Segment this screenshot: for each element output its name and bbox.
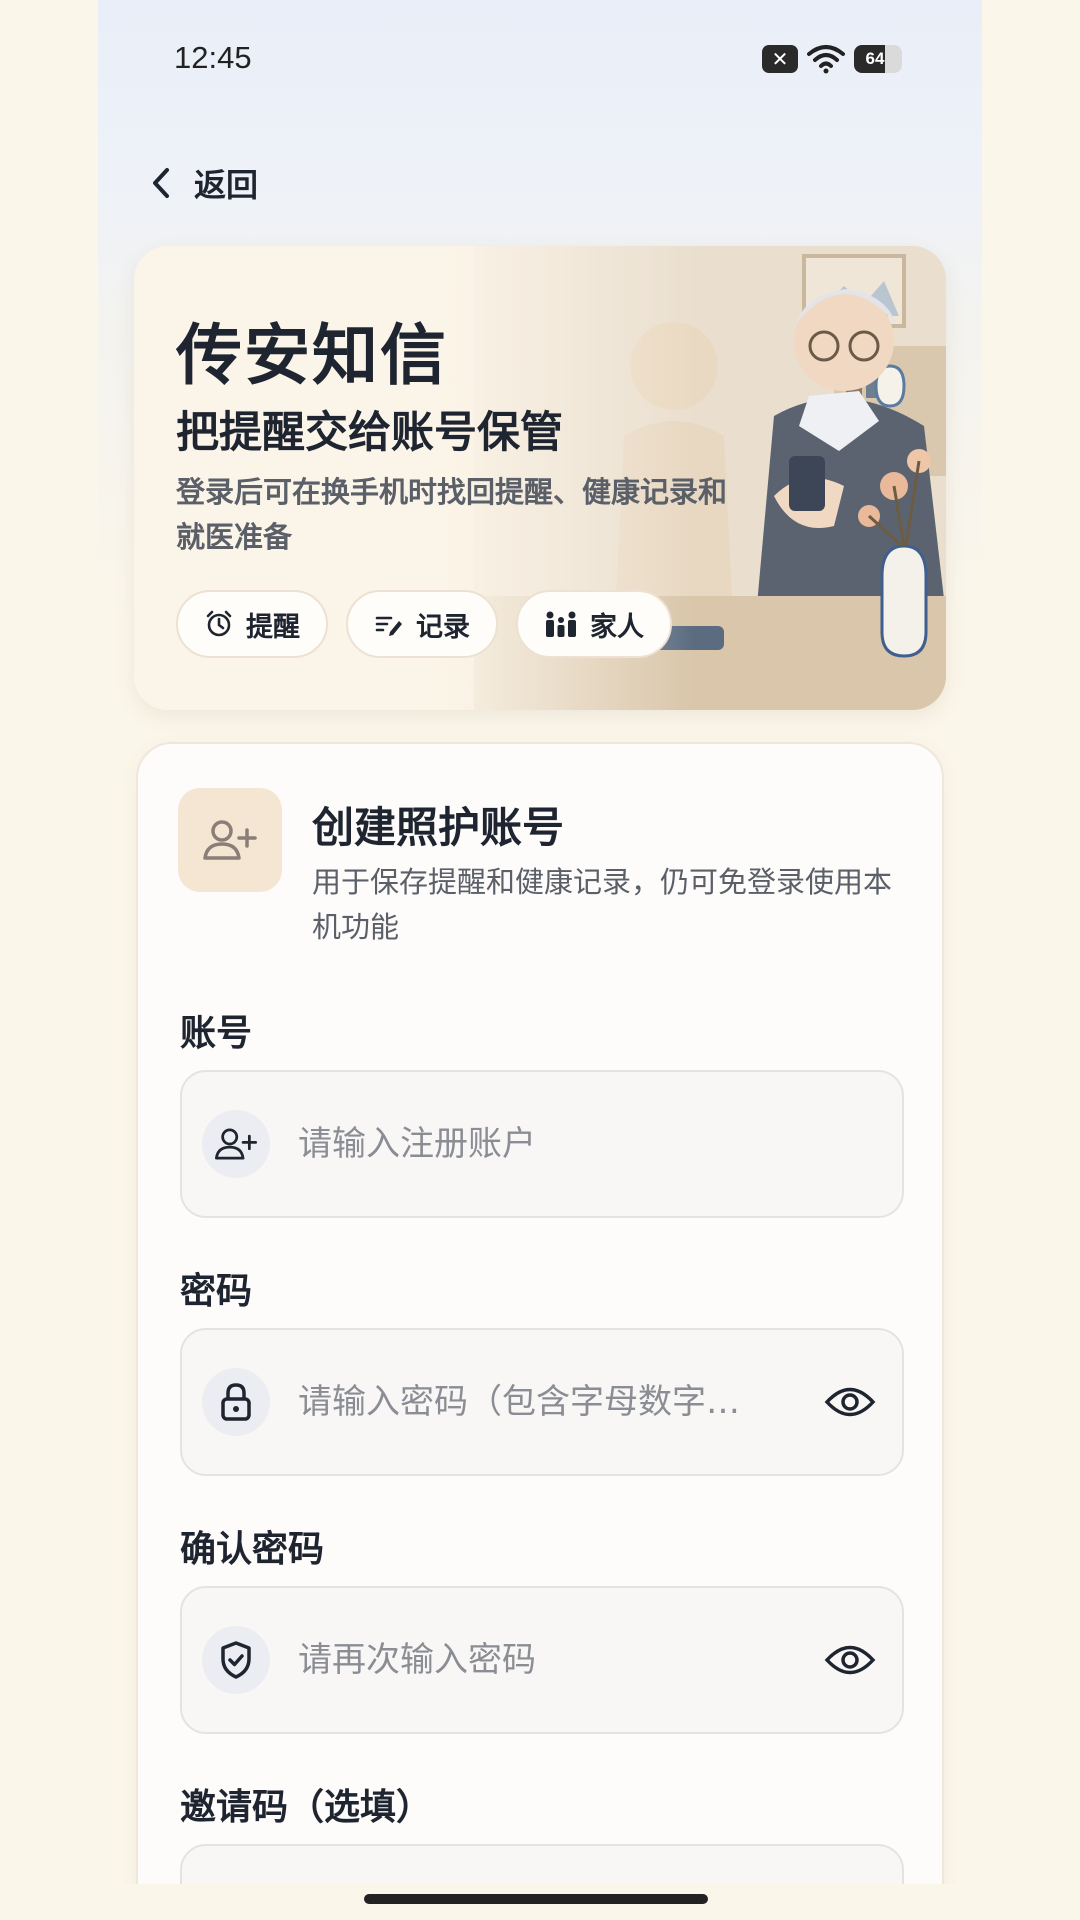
status-time: 12:45 [174, 40, 252, 75]
user-plus-icon [203, 820, 257, 860]
hero-subtitle: 把提醒交给账号保管 [176, 408, 563, 458]
back-button[interactable]: 返回 [150, 160, 258, 206]
home-indicator[interactable] [364, 1894, 708, 1904]
hero-title: 传安知信 [176, 317, 448, 394]
chip-label: 家人 [590, 611, 644, 643]
account-label: 账号 [180, 1013, 253, 1054]
feature-chips: 提醒 记录 家人 [176, 590, 672, 658]
chip-reminder[interactable]: 提醒 [176, 590, 328, 658]
alarm-clock-icon [206, 610, 232, 637]
chevron-left-icon [153, 168, 169, 198]
notes-edit-icon [375, 616, 402, 636]
password-label: 密码 [180, 1271, 253, 1312]
user-plus-icon [214, 1128, 258, 1160]
eye-icon [824, 1645, 876, 1675]
account-input[interactable] [298, 1124, 902, 1164]
invite-code-label: 邀请码（选填） [180, 1787, 433, 1828]
eye-icon [824, 1387, 876, 1417]
battery-indicator: 64 [854, 45, 902, 73]
field-icon-badge [202, 1368, 270, 1436]
family-icon [546, 611, 576, 637]
chip-label: 提醒 [246, 611, 300, 643]
phone-screen: 12:45 ✕ 64 返回 传安知信 把提醒交给账号保管 登录后可在换手机时找回… [98, 0, 982, 1920]
chip-label: 记录 [416, 611, 470, 643]
wifi-icon [807, 45, 845, 74]
shield-check-icon [221, 1641, 251, 1679]
status-bar: 12:45 ✕ 64 [98, 0, 982, 120]
toggle-password-visibility[interactable] [820, 1372, 880, 1432]
lock-icon [221, 1383, 251, 1421]
password-field[interactable] [180, 1328, 904, 1476]
password-input[interactable] [298, 1382, 820, 1422]
form-title: 创建照护账号 [312, 803, 565, 852]
status-icons: ✕ 64 [762, 44, 902, 74]
confirm-password-input[interactable] [298, 1640, 820, 1680]
form-description: 用于保存提醒和健康记录，仍可免登录使用本机功能 [312, 865, 893, 944]
field-icon-badge [202, 1626, 270, 1694]
confirm-password-label: 确认密码 [180, 1529, 325, 1570]
chip-family[interactable]: 家人 [516, 590, 672, 658]
register-form-card: 创建照护账号 用于保存提醒和健康记录，仍可免登录使用本机功能 账号 密码 [136, 742, 944, 1920]
chip-records[interactable]: 记录 [346, 590, 498, 658]
hero-banner: 传安知信 把提醒交给账号保管 登录后可在换手机时找回提醒、健康记录和就医准备 提… [134, 246, 946, 710]
account-field[interactable] [180, 1070, 904, 1218]
no-sim-icon: ✕ [762, 45, 798, 73]
toggle-confirm-password-visibility[interactable] [820, 1630, 880, 1690]
back-label: 返回 [194, 166, 259, 204]
add-user-badge [178, 788, 282, 892]
battery-level: 64 [865, 49, 885, 68]
confirm-password-field[interactable] [180, 1586, 904, 1734]
field-icon-badge [202, 1110, 270, 1178]
hero-description: 登录后可在换手机时找回提醒、健康记录和就医准备 [176, 475, 728, 554]
